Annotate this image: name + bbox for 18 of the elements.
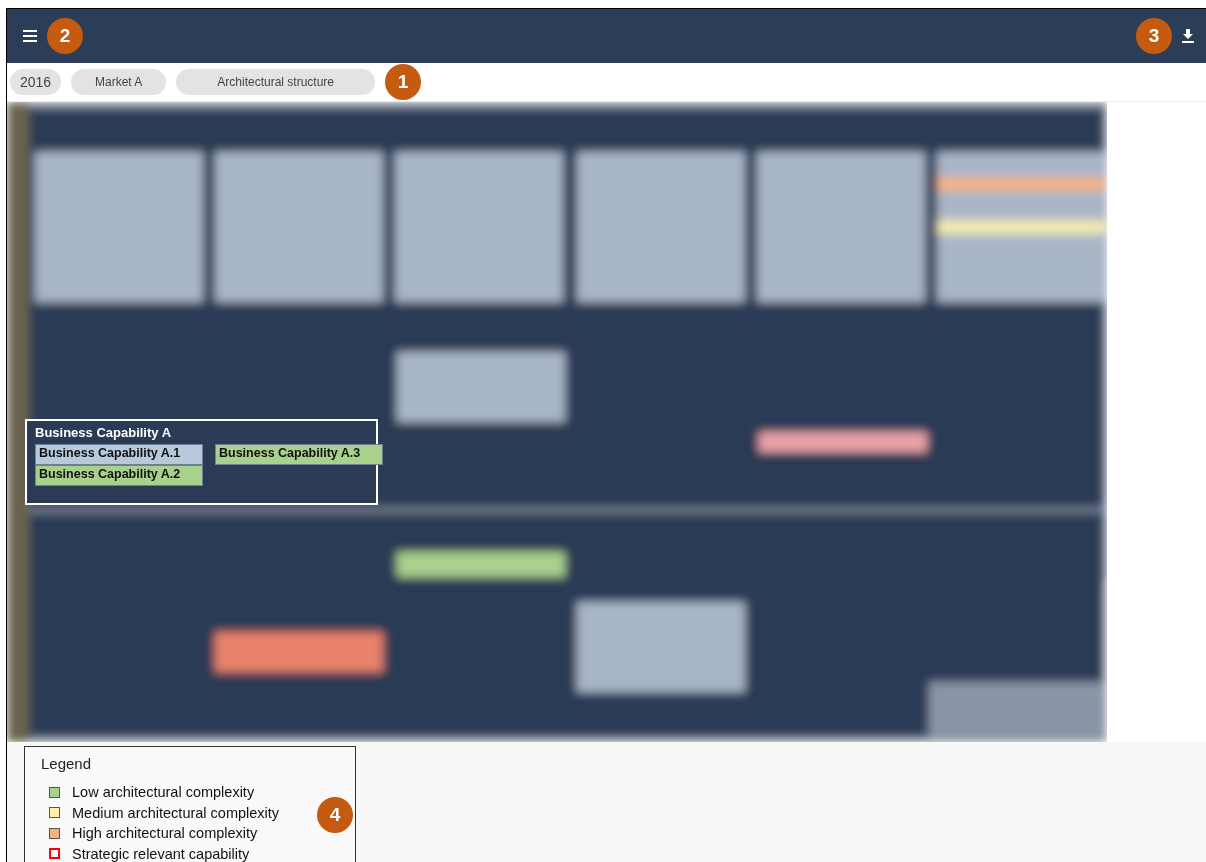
callout-number: 1 xyxy=(385,64,422,100)
callout-number: 4 xyxy=(317,797,353,833)
legend-label: High architectural complexity xyxy=(72,825,258,842)
download-icon[interactable] xyxy=(1182,29,1194,43)
callout-number: 2 xyxy=(47,18,83,54)
callout-number: 3 xyxy=(1136,18,1172,54)
filter-chip[interactable]: Market A xyxy=(71,69,167,95)
capability-title: Business Capability A xyxy=(35,425,173,440)
filter-chip[interactable]: 2016 xyxy=(10,69,62,95)
legend-label: Low architectural complexity xyxy=(72,784,255,801)
legend-title: Legend xyxy=(41,755,93,772)
filter-chip[interactable]: Architectural structure xyxy=(176,69,376,95)
sub-capability[interactable]: Business Capability A.2 xyxy=(35,465,203,486)
menu-icon[interactable] xyxy=(23,30,37,42)
sub-capability[interactable]: Business Capability A.3 xyxy=(215,444,383,465)
legend-label: Medium architectural complexity xyxy=(72,804,280,821)
sub-capability[interactable]: Business Capability A.1 xyxy=(35,444,203,465)
legend-label: Strategic relevant capability xyxy=(72,845,250,862)
